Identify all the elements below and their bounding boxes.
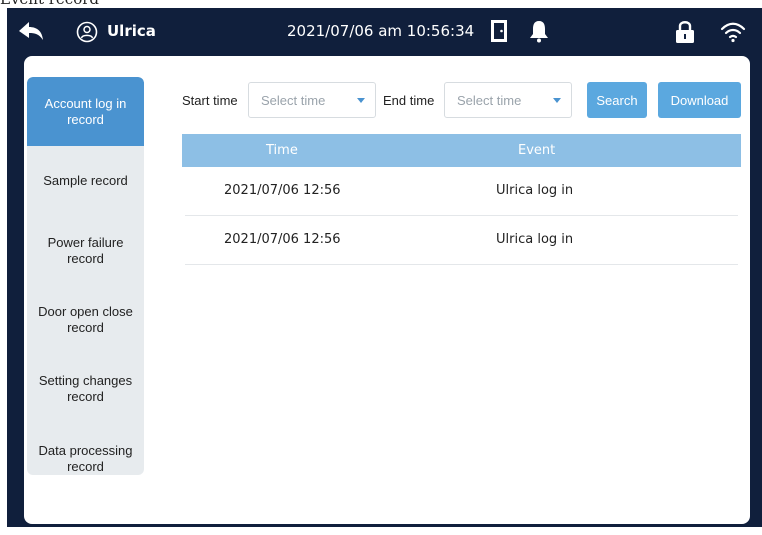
time-cell: 2021/07/06 12:56 xyxy=(224,183,341,198)
start-time-select[interactable]: Select time xyxy=(248,82,376,118)
event-cell: Ulrica log in xyxy=(496,183,574,198)
datetime: 2021/07/06 am 10:56:34 xyxy=(287,22,475,40)
column-header-event: Event xyxy=(518,143,556,158)
end-time-label: End time xyxy=(383,93,435,108)
sidebar: Account log in record Sample record Powe… xyxy=(27,77,144,475)
device-screen: Ulrica 2021/07/06 am 10:56:34 Account lo… xyxy=(7,8,762,527)
back-arrow-icon[interactable] xyxy=(17,19,45,43)
sidebar-item-account-log-in-record[interactable]: Account log in record xyxy=(27,77,144,146)
start-time-placeholder: Select time xyxy=(261,93,326,108)
download-button[interactable]: Download xyxy=(658,82,741,118)
chevron-down-icon xyxy=(553,98,561,103)
sidebar-item-label: Account log in record xyxy=(44,95,127,127)
user-name: Ulrica xyxy=(107,22,156,40)
end-time-placeholder: Select time xyxy=(457,93,522,108)
sidebar-item-label: Data processing record xyxy=(38,443,133,474)
end-time-select[interactable]: Select time xyxy=(444,82,572,118)
sidebar-item-sample-record[interactable]: Sample record xyxy=(27,159,144,203)
bell-icon[interactable] xyxy=(528,19,550,43)
column-header-time: Time xyxy=(266,143,298,158)
start-time-label: Start time xyxy=(182,93,238,108)
lock-icon[interactable] xyxy=(675,19,695,44)
sidebar-item-label: Door open close record xyxy=(38,304,133,335)
chevron-down-icon xyxy=(357,98,365,103)
table-header: Time Event xyxy=(182,134,741,167)
sidebar-item-power-failure-record[interactable]: Power failure record xyxy=(27,229,144,273)
time-cell: 2021/07/06 12:56 xyxy=(224,232,341,247)
search-button[interactable]: Search xyxy=(587,82,647,118)
sidebar-item-setting-changes-record[interactable]: Setting changes record xyxy=(27,367,144,411)
sidebar-item-data-processing-record[interactable]: Data processing record xyxy=(27,437,144,475)
sidebar-item-label: Power failure record xyxy=(47,235,124,266)
door-icon xyxy=(491,20,507,42)
sidebar-item-label: Setting changes record xyxy=(38,373,133,404)
top-bar: Ulrica 2021/07/06 am 10:56:34 xyxy=(7,8,762,56)
page-caption: Event record xyxy=(0,0,99,8)
user-circle-icon xyxy=(76,21,98,43)
table-row: 2021/07/06 12:56 Ulrica log in xyxy=(185,167,738,216)
wifi-icon xyxy=(720,22,746,43)
main-panel: Account log in record Sample record Powe… xyxy=(24,56,750,524)
table-row: 2021/07/06 12:56 Ulrica log in xyxy=(185,216,738,265)
event-cell: Ulrica log in xyxy=(496,232,574,247)
sidebar-item-label: Sample record xyxy=(43,173,128,188)
sidebar-item-door-open-close-record[interactable]: Door open close record xyxy=(27,298,144,342)
